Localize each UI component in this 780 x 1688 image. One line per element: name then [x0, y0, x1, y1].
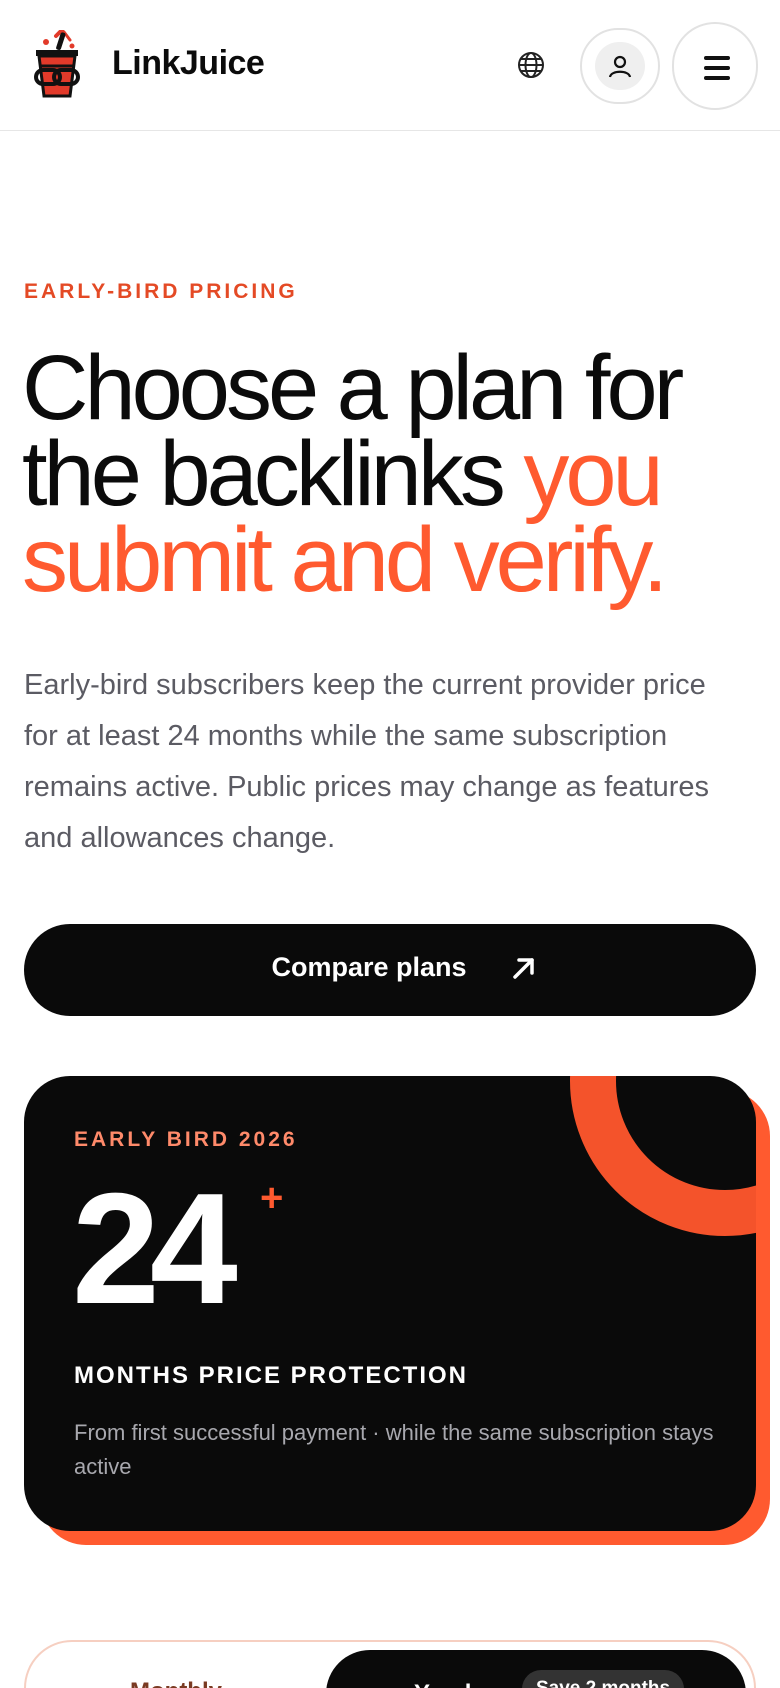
months-value: 24 — [72, 1161, 238, 1337]
compare-plans-label: Compare plans — [271, 952, 467, 982]
yearly-option[interactable]: Yearly Save 2 months — [326, 1650, 746, 1688]
juice-cup-logo-icon[interactable] — [28, 28, 88, 102]
user-icon — [608, 55, 632, 78]
card-eyebrow: EARLY BIRD 2026 — [74, 1128, 298, 1151]
card-title: MONTHS PRICE PROTECTION — [74, 1362, 469, 1389]
price-protection-card: EARLY BIRD 2026 24 + MONTHS PRICE PROTEC… — [24, 1076, 756, 1531]
save-badge: Save 2 months — [522, 1670, 685, 1688]
yearly-label: Yearly — [414, 1680, 485, 1688]
page-title: Choose a plan for the backlinks you subm… — [22, 342, 762, 606]
brand-name[interactable]: LinkJuice — [112, 44, 265, 83]
account-button[interactable] — [580, 28, 660, 104]
arrow-up-right-icon — [508, 952, 540, 984]
avatar — [595, 42, 645, 90]
hamburger-icon — [704, 56, 730, 60]
plus-suffix: + — [260, 1176, 284, 1220]
top-navbar: LinkJuice — [0, 0, 780, 131]
pricing-eyebrow: EARLY-BIRD PRICING — [24, 280, 298, 303]
lead-paragraph: Early-bird subscribers keep the current … — [24, 669, 710, 854]
globe-icon[interactable] — [516, 50, 546, 80]
compare-plans-button[interactable]: Compare plans — [24, 924, 756, 1016]
card-note: From first successful payment · while th… — [74, 1420, 714, 1479]
menu-button[interactable] — [672, 22, 758, 110]
monthly-option[interactable]: Monthly — [130, 1678, 222, 1688]
decorative-ring — [570, 1076, 756, 1236]
billing-toggle: Monthly Yearly Save 2 months — [24, 1640, 756, 1688]
